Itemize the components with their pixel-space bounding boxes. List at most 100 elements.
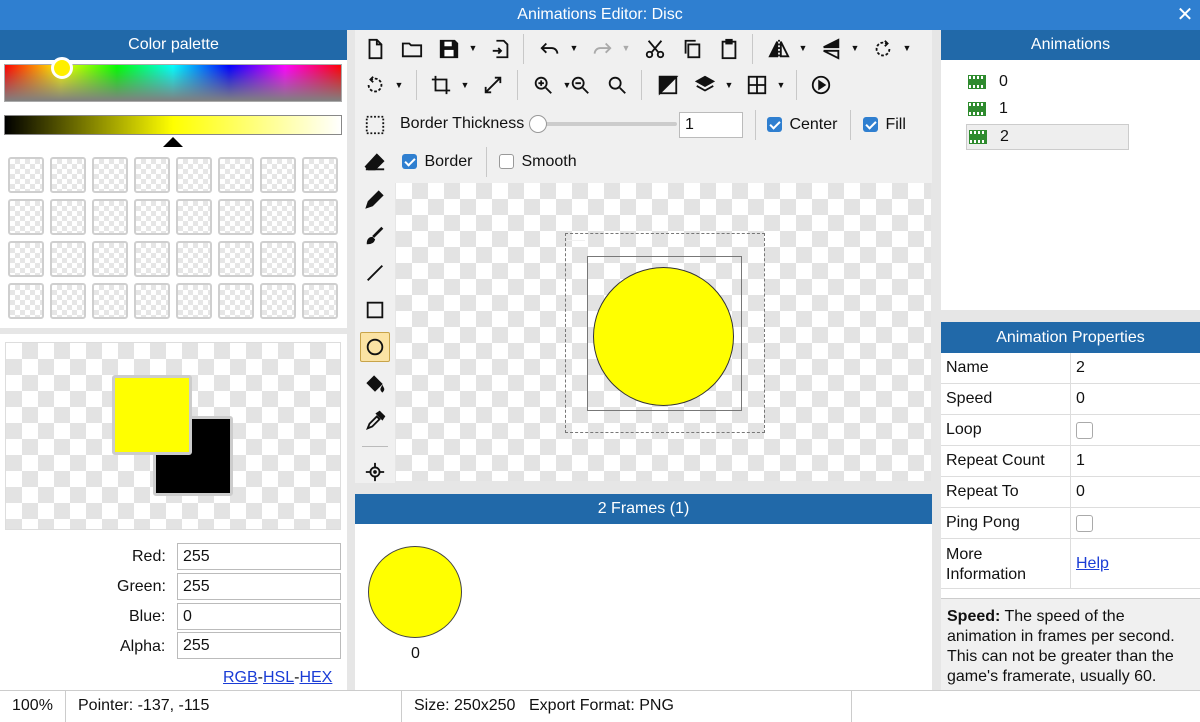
flip-vertical-icon[interactable]	[816, 34, 846, 64]
smooth-checkbox[interactable]: Smooth	[499, 153, 577, 171]
blue-field[interactable]: 0	[177, 603, 341, 630]
play-icon[interactable]	[806, 70, 836, 100]
prop-repeat-to-value[interactable]: 0	[1076, 483, 1085, 501]
palette-swatch[interactable]	[134, 241, 170, 277]
hue-picker-handle[interactable]	[51, 57, 73, 79]
zoom-fit-icon[interactable]	[602, 70, 632, 100]
copy-icon[interactable]	[677, 34, 707, 64]
palette-swatch[interactable]	[92, 199, 128, 235]
frame-thumbnail[interactable]	[368, 546, 462, 638]
border-checkbox-box[interactable]	[402, 154, 417, 170]
grid-icon[interactable]	[742, 70, 772, 100]
center-checkbox-box[interactable]	[767, 117, 782, 133]
palette-swatch[interactable]	[134, 157, 170, 193]
green-field[interactable]: 255	[177, 573, 341, 600]
open-folder-icon[interactable]	[397, 34, 427, 64]
fill-checkbox-box[interactable]	[863, 117, 878, 133]
palette-swatch[interactable]	[8, 241, 44, 277]
redo-icon[interactable]	[587, 34, 617, 64]
layers-icon[interactable]	[690, 70, 720, 100]
palette-swatch[interactable]	[260, 199, 296, 235]
rectangle-icon[interactable]	[360, 295, 390, 325]
prop-ping-pong-checkbox[interactable]	[1076, 515, 1093, 532]
resize-icon[interactable]	[478, 70, 508, 100]
save-icon[interactable]	[434, 34, 464, 64]
palette-swatch[interactable]	[260, 241, 296, 277]
palette-swatch[interactable]	[302, 241, 338, 277]
primary-color-swatch[interactable]	[112, 375, 192, 455]
center-checkbox[interactable]: Center	[767, 116, 837, 134]
hsl-link[interactable]: HSL	[263, 669, 294, 686]
red-field[interactable]: 255	[177, 543, 341, 570]
paste-icon[interactable]	[714, 34, 744, 64]
palette-swatch[interactable]	[260, 157, 296, 193]
palette-swatch[interactable]	[134, 199, 170, 235]
save-dropdown-icon[interactable]: ▼	[468, 38, 478, 58]
palette-swatch[interactable]	[302, 157, 338, 193]
animation-item-0[interactable]: 0	[968, 71, 1128, 93]
zoom-in-icon[interactable]	[528, 70, 558, 100]
palette-swatch[interactable]	[218, 241, 254, 277]
palette-swatch[interactable]	[218, 199, 254, 235]
cut-icon[interactable]	[640, 34, 670, 64]
rotate-dropdown-icon[interactable]: ▼	[902, 38, 912, 58]
crop-icon[interactable]	[426, 70, 456, 100]
new-file-icon[interactable]	[360, 34, 390, 64]
smooth-checkbox-box[interactable]	[499, 154, 514, 170]
border-checkbox[interactable]: Border	[402, 153, 472, 171]
palette-swatch[interactable]	[50, 199, 86, 235]
palette-swatch[interactable]	[92, 241, 128, 277]
flip-dropdown-icon[interactable]: ▼	[798, 38, 808, 58]
rotate-icon[interactable]	[868, 34, 898, 64]
palette-swatch[interactable]	[302, 283, 338, 319]
palette-swatch[interactable]	[176, 241, 212, 277]
redo-dropdown-icon[interactable]: ▼	[621, 38, 631, 58]
fill-bucket-icon[interactable]	[360, 369, 390, 399]
rotate-canvas-dropdown-icon[interactable]: ▼	[394, 75, 404, 95]
hue-picker[interactable]	[4, 57, 342, 102]
fill-checkbox[interactable]: Fill	[863, 116, 906, 134]
palette-swatch[interactable]	[8, 283, 44, 319]
rgb-link[interactable]: RGB	[223, 669, 258, 686]
eyedropper-icon[interactable]	[360, 406, 390, 436]
alpha-field[interactable]: 255	[177, 632, 341, 659]
export-icon[interactable]	[486, 34, 516, 64]
prop-speed-value[interactable]: 0	[1076, 390, 1085, 408]
animation-item-1[interactable]: 1	[968, 98, 1128, 120]
hex-link[interactable]: HEX	[299, 669, 332, 686]
palette-swatch[interactable]	[50, 283, 86, 319]
border-thickness-slider-handle[interactable]	[529, 115, 547, 133]
undo-dropdown-icon[interactable]: ▼	[569, 38, 579, 58]
ellipse-icon[interactable]	[360, 332, 390, 362]
palette-swatch[interactable]	[176, 283, 212, 319]
grid-dropdown-icon[interactable]: ▼	[776, 75, 786, 95]
border-thickness-slider[interactable]	[532, 122, 677, 126]
shade-slider-handle[interactable]	[163, 137, 183, 147]
prop-loop-checkbox[interactable]	[1076, 422, 1093, 439]
prop-name-value[interactable]: 2	[1076, 359, 1085, 377]
brush-icon[interactable]	[360, 221, 390, 251]
prop-repeat-count-value[interactable]: 1	[1076, 452, 1085, 470]
palette-swatch[interactable]	[260, 283, 296, 319]
palette-swatch[interactable]	[218, 283, 254, 319]
palette-swatch[interactable]	[50, 157, 86, 193]
help-link[interactable]: Help	[1076, 555, 1109, 573]
rotate-canvas-icon[interactable]	[360, 70, 390, 100]
palette-swatch[interactable]	[92, 283, 128, 319]
palette-swatch[interactable]	[134, 283, 170, 319]
border-thickness-field[interactable]: 1	[679, 112, 743, 138]
flip-horizontal-icon[interactable]	[764, 34, 794, 64]
invert-colors-icon[interactable]	[653, 70, 683, 100]
palette-swatch[interactable]	[50, 241, 86, 277]
palette-swatch[interactable]	[176, 199, 212, 235]
palette-swatch[interactable]	[92, 157, 128, 193]
close-icon[interactable]: ✕	[1170, 0, 1200, 30]
zoom-out-icon[interactable]	[565, 70, 595, 100]
palette-swatch[interactable]	[302, 199, 338, 235]
eraser-icon[interactable]	[360, 147, 390, 177]
undo-icon[interactable]	[535, 34, 565, 64]
layers-dropdown-icon[interactable]: ▼	[724, 75, 734, 95]
flip-vertical-dropdown-icon[interactable]: ▼	[850, 38, 860, 58]
palette-swatch[interactable]	[176, 157, 212, 193]
select-icon[interactable]	[360, 110, 390, 140]
